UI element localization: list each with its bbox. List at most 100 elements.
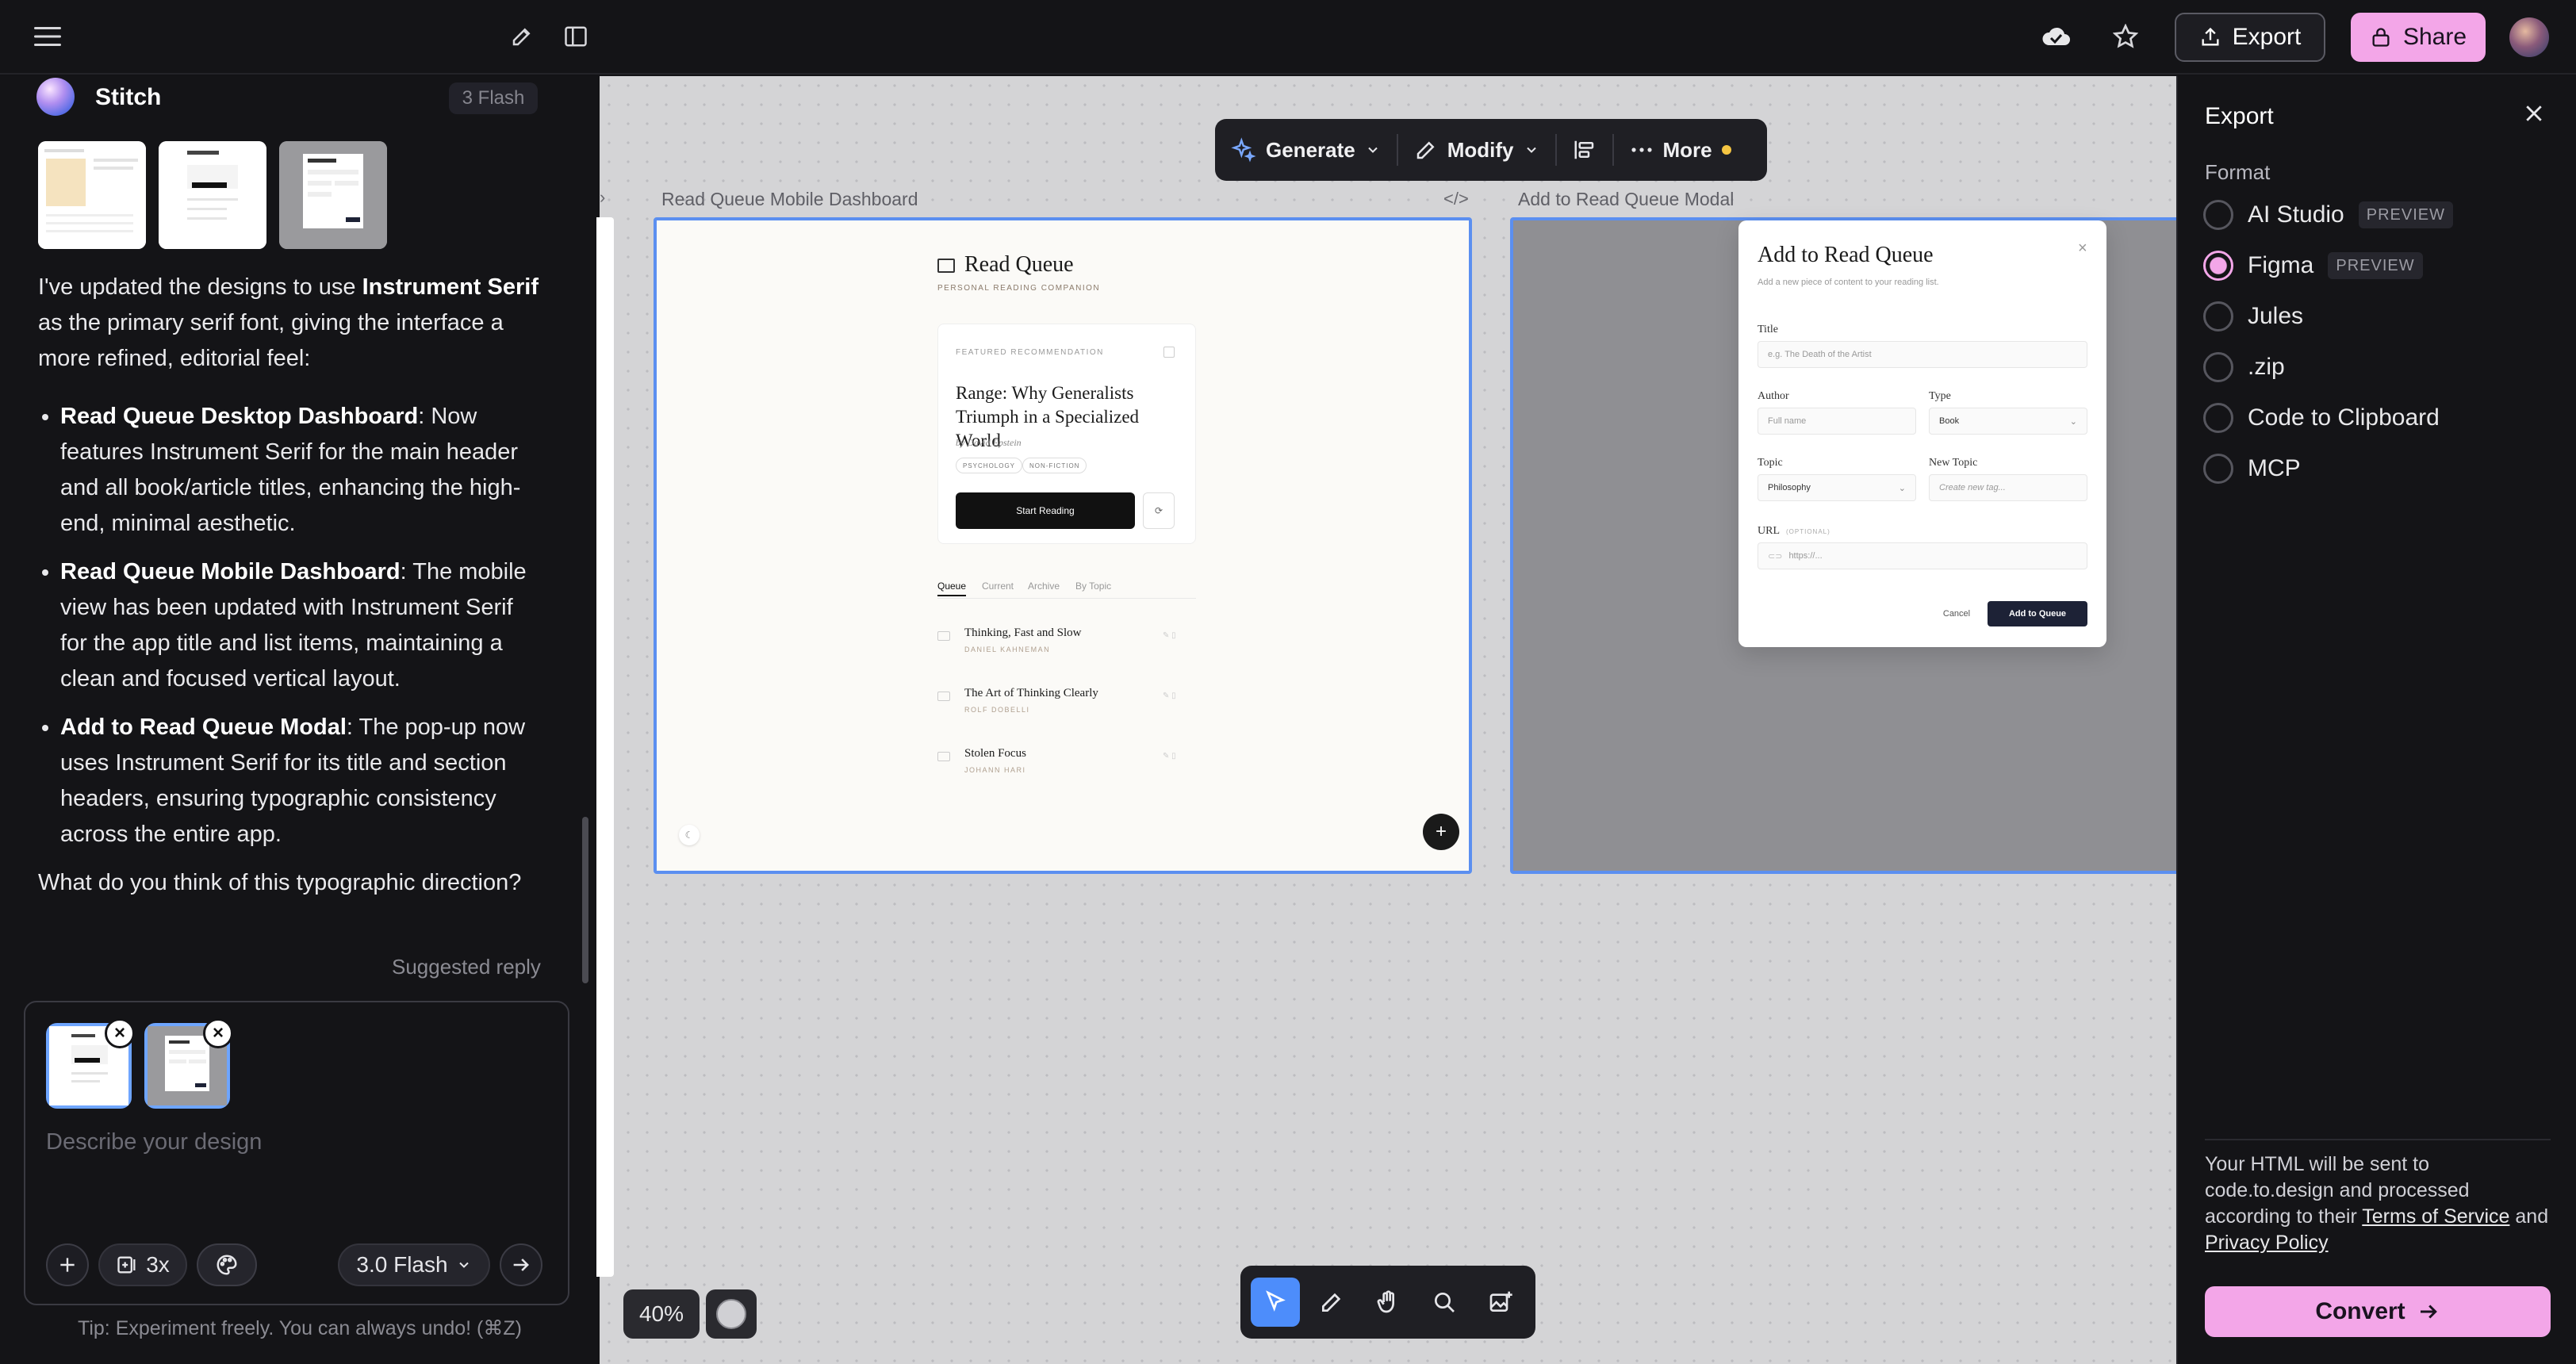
radio-button[interactable] [2203, 403, 2233, 433]
share-label: Share [2402, 24, 2467, 50]
format-option-jules[interactable]: Jules [2203, 301, 2303, 331]
remove-attachment-icon[interactable]: × [203, 1018, 233, 1048]
new-topic-input[interactable]: Create new tag... [1929, 474, 2087, 501]
more-menu[interactable]: More [1614, 119, 1747, 181]
share-button[interactable]: Share [2351, 13, 2486, 62]
radio-button[interactable] [2203, 454, 2233, 484]
star-icon[interactable] [2100, 11, 2151, 62]
list-item: Read Queue Mobile Dashboard: The mobile … [60, 554, 546, 697]
trash-icon[interactable]: ✎ ▯ [1163, 631, 1176, 640]
trash-icon[interactable]: ✎ ▯ [1163, 752, 1176, 761]
theme-palette-button[interactable] [197, 1243, 257, 1286]
pan-tool[interactable] [1363, 1278, 1413, 1327]
message-thumbnail-modal[interactable] [279, 141, 387, 249]
frame-label-modal[interactable]: Add to Read Queue Modal [1518, 189, 1734, 210]
cancel-button[interactable]: Cancel [1929, 601, 1984, 626]
chat-scrollbar[interactable] [582, 817, 588, 983]
generate-menu[interactable]: Generate [1215, 119, 1397, 181]
select-tool[interactable] [1250, 1278, 1300, 1327]
mobile-dashboard-frame[interactable]: Read Queue PERSONAL READING COMPANION FE… [654, 217, 1472, 874]
plus-icon [60, 1258, 75, 1272]
message-thumbnail-mobile[interactable] [159, 141, 266, 249]
cursor-icon [1265, 1290, 1286, 1312]
frame-label-mobile[interactable]: Read Queue Mobile Dashboard [661, 189, 918, 210]
modal-subtitle: Add a new piece of content to your readi… [1758, 278, 1939, 287]
suggested-reply-label[interactable]: Suggested reply [392, 955, 541, 979]
list-item: Read Queue Desktop Dashboard: Now featur… [60, 399, 546, 542]
refresh-icon[interactable]: ⟳ [1143, 492, 1175, 529]
tab-current[interactable]: Current [982, 580, 1014, 592]
format-option-clipboard[interactable]: Code to Clipboard [2203, 403, 2440, 433]
zoom-tool[interactable] [1420, 1278, 1469, 1327]
modify-menu[interactable]: Modify [1398, 119, 1555, 181]
user-avatar[interactable] [2509, 17, 2549, 57]
chevron-down-icon: ⌄ [2069, 416, 2077, 427]
model-selector[interactable]: 3.0 Flash [338, 1243, 490, 1286]
app-title: Read Queue [964, 252, 1074, 277]
privacy-link[interactable]: Privacy Policy [2205, 1232, 2329, 1254]
radio-button[interactable] [2203, 200, 2233, 230]
start-reading-button[interactable]: Start Reading [956, 492, 1135, 529]
stitch-logo-icon [36, 78, 75, 116]
format-option-ai-studio[interactable]: AI Studio PREVIEW [2203, 200, 2453, 230]
cloud-saved-icon[interactable] [2030, 11, 2081, 62]
format-option-zip[interactable]: .zip [2203, 352, 2285, 382]
modal-dialog: Add to Read Queue × Add a new piece of c… [1738, 220, 2106, 647]
url-input[interactable]: ⊂⊃ https://... [1758, 542, 2087, 569]
list-item[interactable]: Stolen Focus JOHANN HARI ✎ ▯ [937, 747, 1196, 795]
palette-icon [217, 1255, 237, 1275]
tab-archive[interactable]: Archive [1028, 580, 1060, 592]
convert-button[interactable]: Convert [2205, 1286, 2551, 1337]
message-thumbnail-desktop[interactable] [38, 141, 146, 249]
chevron-down-icon: ⌄ [1898, 483, 1906, 493]
format-option-mcp[interactable]: MCP [2203, 454, 2301, 484]
lock-icon [2372, 28, 2390, 47]
menu-icon[interactable] [22, 11, 73, 62]
variants-button[interactable]: 3x [98, 1243, 187, 1286]
align-button[interactable] [1557, 119, 1612, 181]
close-icon[interactable]: × [2078, 239, 2087, 258]
type-select[interactable]: Book ⌄ [1929, 408, 2087, 435]
tab-queue[interactable]: Queue [937, 580, 967, 596]
trash-icon[interactable]: ✎ ▯ [1163, 692, 1176, 700]
featured-card[interactable]: FEATURED RECOMMENDATION Range: Why Gener… [937, 324, 1196, 544]
radio-button[interactable] [2203, 301, 2233, 331]
topic-select[interactable]: Philosophy ⌄ [1758, 474, 1916, 501]
zoom-level[interactable]: 40% [623, 1289, 700, 1339]
export-button[interactable]: Export [2175, 13, 2325, 62]
chevron-down-icon [1368, 147, 1378, 153]
moon-icon[interactable]: ☾ [679, 825, 700, 845]
format-option-figma[interactable]: Figma PREVIEW [2203, 251, 2423, 281]
hand-icon [1377, 1290, 1394, 1313]
edit-pencil-icon[interactable] [496, 11, 547, 62]
url-label: URL [1758, 525, 1780, 537]
fab-add-button[interactable]: + [1423, 814, 1459, 850]
chevron-down-icon [458, 1262, 469, 1268]
list-item[interactable]: Thinking, Fast and Slow DANIEL KAHNEMAN … [937, 626, 1196, 674]
toggle-sidebar-icon[interactable] [550, 11, 601, 62]
code-view-icon[interactable]: </> [1443, 189, 1469, 209]
add-modal-frame[interactable]: Add to Read Queue × Add a new piece of c… [1510, 217, 2224, 874]
author-input[interactable]: Full name [1758, 408, 1916, 435]
list-item[interactable]: The Art of Thinking Clearly ROLF DOBELLI… [937, 687, 1196, 734]
add-attachment-button[interactable] [46, 1243, 89, 1286]
radio-button[interactable] [2203, 352, 2233, 382]
send-button[interactable] [500, 1243, 542, 1286]
radio-button-selected[interactable] [2203, 251, 2233, 281]
add-to-queue-button[interactable]: Add to Queue [1988, 601, 2087, 626]
prompt-input[interactable]: Describe your design [46, 1129, 262, 1155]
canvas-theme-toggle[interactable] [706, 1289, 757, 1339]
chevron-right-icon: › [600, 187, 606, 207]
composer-tip: Tip: Experiment freely. You can always u… [78, 1317, 522, 1339]
app-subtitle: PERSONAL READING COMPANION [937, 284, 1101, 293]
remove-attachment-icon[interactable]: × [105, 1018, 135, 1048]
title-input[interactable]: e.g. The Death of the Artist [1758, 341, 2087, 368]
desktop-frame-edge[interactable] [596, 217, 614, 1277]
terms-link[interactable]: Terms of Service [2362, 1205, 2509, 1228]
align-icon [1574, 140, 1593, 159]
draw-tool[interactable] [1307, 1278, 1356, 1327]
add-image-tool[interactable] [1476, 1278, 1525, 1327]
tag-chip: NON-FICTION [1022, 458, 1087, 473]
close-icon[interactable] [2522, 102, 2546, 125]
tab-by-topic[interactable]: By Topic [1075, 580, 1111, 592]
